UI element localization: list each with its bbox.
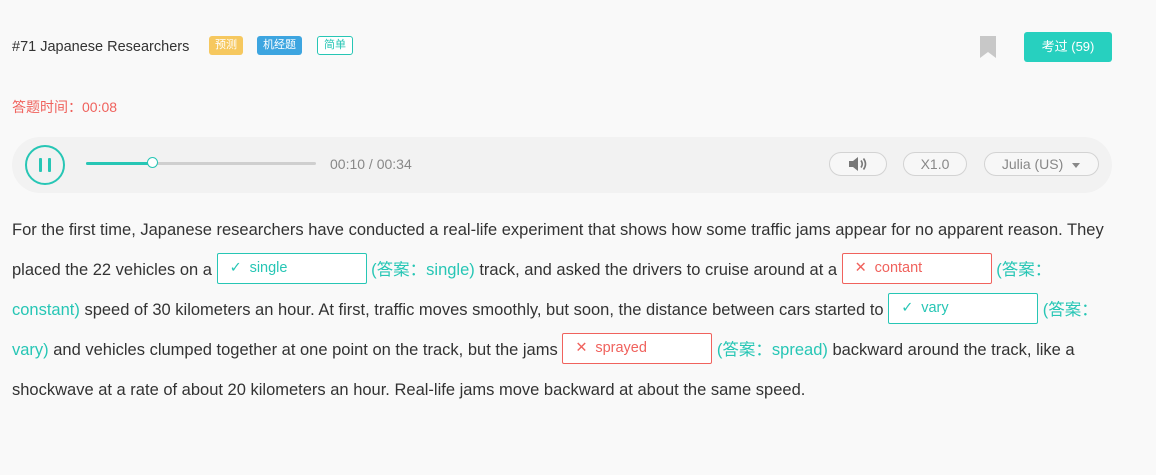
- check-icon: ✓: [901, 300, 914, 317]
- blank-4-value: sprayed: [595, 340, 647, 357]
- check-icon: ✓: [229, 260, 242, 277]
- cross-icon: ✕: [575, 340, 588, 357]
- blank-2-input[interactable]: ✕ contant: [841, 253, 992, 285]
- passage-text: For the first time, Japanese researchers…: [12, 210, 1112, 410]
- blank-3-value: vary: [921, 300, 949, 317]
- passage-segment: and vehicles clumped together at one poi…: [48, 341, 563, 359]
- passage-segment: speed of 30 kilometers an hour. At first…: [79, 301, 889, 319]
- speed-button[interactable]: X1.0: [903, 152, 967, 176]
- question-title: #71 Japanese Researchers: [12, 39, 190, 55]
- progress-track[interactable]: [86, 157, 316, 168]
- cross-icon: ✕: [854, 260, 867, 277]
- pause-icon-bar: [48, 158, 51, 172]
- question-header: #71 Japanese Researchers 预测 机经题 简单 考过 (5…: [12, 32, 1112, 62]
- voice-label: Julia (US): [1001, 156, 1064, 172]
- passage-segment: track, and asked the drivers to cruise a…: [474, 261, 842, 279]
- blank-3-input[interactable]: ✓ vary: [888, 293, 1039, 325]
- exam-count-button[interactable]: 考过 (59): [1024, 32, 1112, 62]
- pause-button[interactable]: [25, 145, 65, 185]
- blank-1-value: single: [249, 260, 288, 277]
- voice-select[interactable]: Julia (US): [984, 152, 1099, 176]
- blank-4-answer: (答案：spread): [716, 341, 828, 359]
- tag-predict: 预测: [209, 36, 243, 55]
- progress-fill: [86, 162, 153, 165]
- tag-difficulty: 简单: [317, 36, 353, 55]
- audio-player: 00:10 / 00:34 X1.0 Julia (US): [12, 137, 1112, 193]
- caret-down-icon: [1072, 163, 1081, 168]
- blank-1-answer: (答案：single): [371, 261, 475, 279]
- volume-button[interactable]: [829, 152, 887, 176]
- blank-1-input[interactable]: ✓ single: [216, 253, 367, 285]
- blank-4-input[interactable]: ✕ sprayed: [562, 333, 713, 365]
- progress-knob[interactable]: [146, 157, 158, 168]
- time-display: 00:10 / 00:34: [330, 156, 412, 172]
- pause-icon: [39, 158, 42, 172]
- tag-machine-exam: 机经题: [257, 36, 302, 55]
- answer-timer: 答题时间：00:08: [12, 99, 118, 115]
- speaker-icon: [849, 157, 867, 171]
- bookmark-icon[interactable]: [980, 36, 996, 58]
- blank-2-value: contant: [874, 260, 923, 277]
